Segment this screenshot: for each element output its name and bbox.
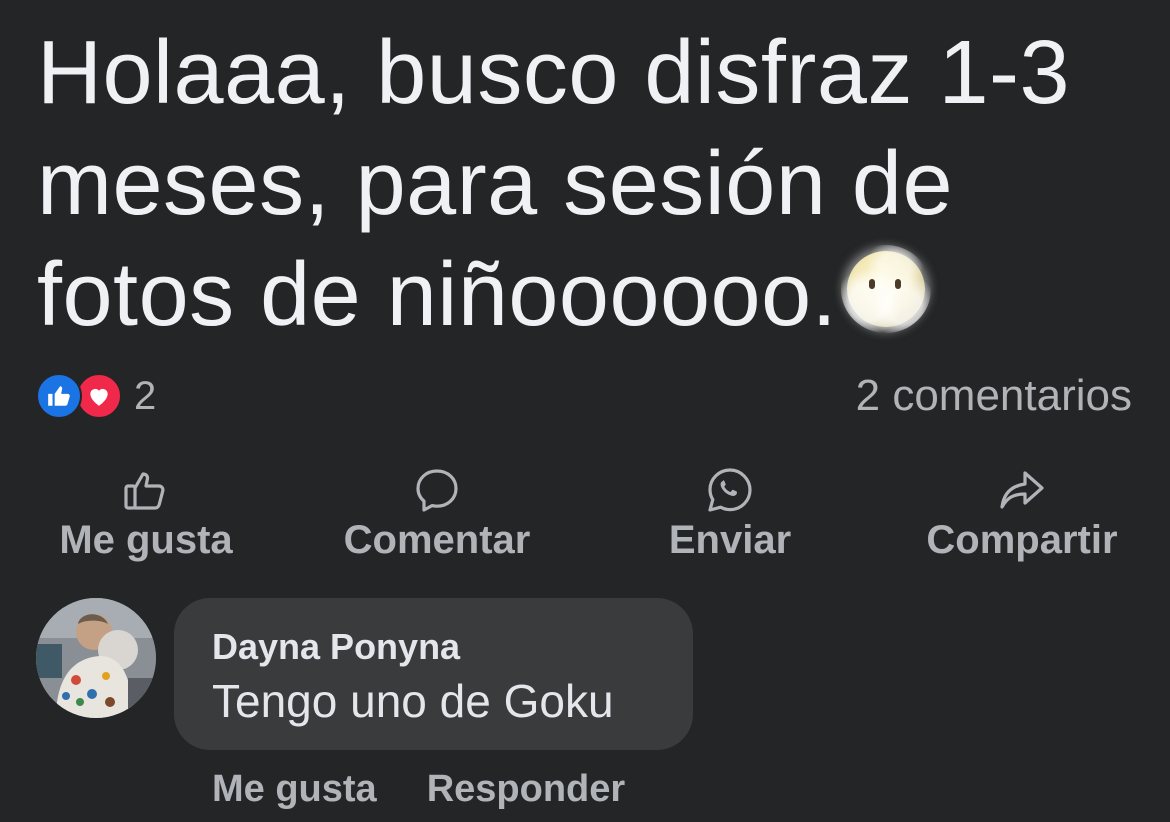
whatsapp-icon: [708, 468, 752, 512]
comment-reply-button[interactable]: Responder: [427, 768, 625, 811]
comment-author[interactable]: Dayna Ponyna: [212, 626, 460, 668]
avatar[interactable]: [36, 598, 156, 718]
comment-bubble[interactable]: Dayna Ponyna Tengo uno de Goku: [174, 598, 693, 750]
speech-bubble-icon: [416, 469, 458, 512]
love-icon: [76, 373, 122, 419]
share-button-label: Compartir: [926, 518, 1118, 562]
share-button[interactable]: Compartir: [920, 466, 1124, 563]
comment-button-label: Comentar: [343, 518, 531, 562]
face-in-clouds-emoji: [841, 245, 932, 333]
facebook-post: Holaaa, busco disfraz 1-3 meses, para se…: [0, 0, 1170, 822]
reactions-summary[interactable]: 2: [36, 372, 156, 420]
post-action-bar: Me gusta Comentar Enviar Compartir: [0, 466, 1170, 566]
comment-actions: Me gusta Responder: [212, 768, 625, 811]
thumbs-up-icon: [124, 472, 165, 510]
like-button-label: Me gusta: [59, 518, 233, 562]
send-button[interactable]: Enviar: [668, 466, 792, 563]
send-button-label: Enviar: [668, 518, 792, 562]
share-arrow-icon: [1000, 471, 1044, 509]
comments-count-link[interactable]: 2 comentarios: [856, 372, 1132, 420]
post-text-block: Holaaa, busco disfraz 1-3 meses, para se…: [37, 18, 1137, 351]
like-button[interactable]: Me gusta: [54, 466, 238, 563]
like-icon: [36, 373, 82, 419]
comment-text: Tengo uno de Goku: [212, 675, 614, 727]
comment-like-button[interactable]: Me gusta: [212, 768, 377, 811]
comment-button[interactable]: Comentar: [338, 466, 536, 563]
reaction-count: 2: [134, 373, 157, 418]
